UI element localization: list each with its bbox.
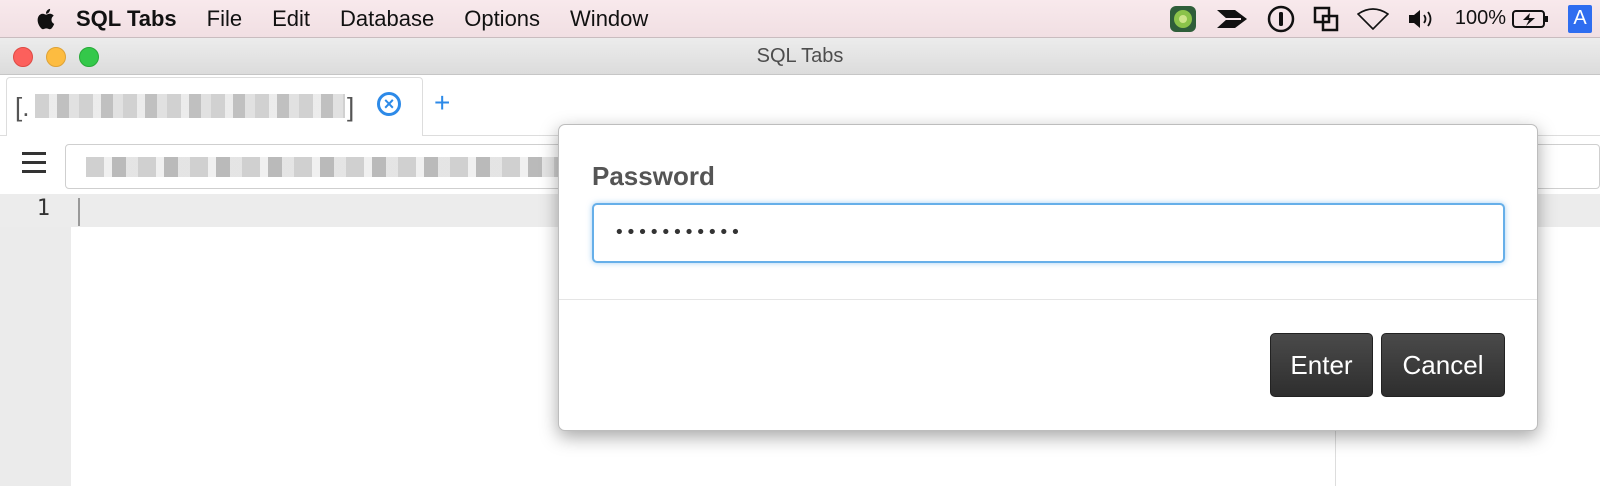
status-menu-area: 100% A [1169,0,1600,37]
menu-file[interactable]: File [207,6,242,32]
menu-app-name[interactable]: SQL Tabs [76,6,177,32]
close-tab-icon[interactable]: × [377,92,401,116]
line-number: 1 [36,196,50,221]
window-titlebar: SQL Tabs [0,38,1600,75]
tab-title-redacted [35,94,345,118]
input-source-indicator[interactable]: A [1568,4,1592,33]
hamburger-menu-icon[interactable] [22,152,46,179]
green-status-app-icon[interactable] [1169,5,1197,33]
enter-button[interactable]: Enter [1270,333,1373,397]
wifi-icon[interactable] [1356,7,1389,30]
apple-logo-icon[interactable] [34,7,56,31]
connection-tab[interactable]: [. ] × [6,77,423,136]
window-title: SQL Tabs [756,45,844,67]
menu-options[interactable]: Options [464,6,540,32]
tab-open-bracket: [. [15,92,30,122]
password-input[interactable]: ••••••••••• [592,203,1505,263]
menu-edit[interactable]: Edit [272,6,310,32]
connection-string-redacted [86,157,566,177]
window-overlap-icon[interactable] [1313,6,1339,32]
cancel-button[interactable]: Cancel [1381,333,1505,397]
editor-gutter [0,194,71,486]
text-cursor [78,198,80,226]
menu-database[interactable]: Database [340,6,434,32]
password-dialog: Password ••••••••••• Enter Cancel [558,124,1538,431]
1password-icon[interactable] [1267,5,1295,33]
volume-icon[interactable] [1407,8,1437,30]
password-label: Password [592,161,715,191]
menu-window[interactable]: Window [570,6,648,32]
editor-divider [1335,430,1336,486]
tab-close-bracket: ] [347,92,355,122]
macos-menubar: SQL Tabs File Edit Database Options Wind… [0,0,1600,38]
battery-charging-icon[interactable] [1512,9,1550,29]
add-tab-button[interactable]: + [434,87,450,119]
battery-percentage: 100% [1454,7,1506,29]
feather-arrows-icon[interactable] [1215,8,1249,30]
dialog-divider [559,299,1537,300]
